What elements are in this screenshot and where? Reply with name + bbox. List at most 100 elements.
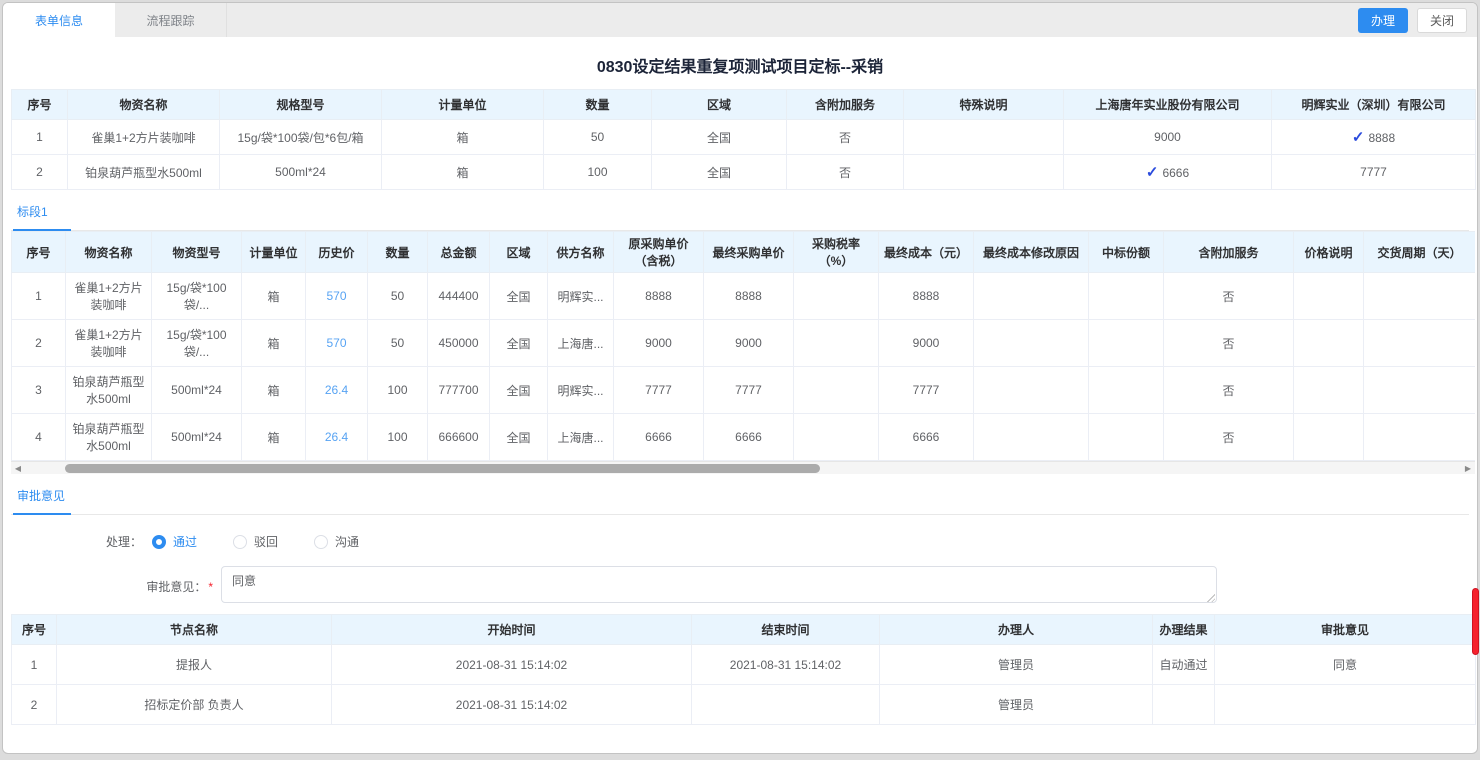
- vertical-scrollbar-thumb[interactable]: [1472, 588, 1479, 655]
- cell-result: 自动通过: [1153, 645, 1215, 685]
- cell: [974, 273, 1089, 320]
- tab-process-track[interactable]: 流程跟踪: [115, 3, 227, 37]
- radio-communicate[interactable]: 沟通: [314, 533, 359, 550]
- radio-label: 沟通: [335, 533, 359, 550]
- cell: 否: [1164, 414, 1294, 461]
- column-header: 物资名称: [66, 232, 152, 273]
- approval-comment-input[interactable]: 同意: [221, 566, 1217, 603]
- cell: [974, 320, 1089, 367]
- cell: 8888: [704, 273, 794, 320]
- cell: 明辉实...: [548, 273, 614, 320]
- cell: [794, 367, 879, 414]
- radio-reject[interactable]: 驳回: [233, 533, 278, 550]
- cell: 否: [1164, 367, 1294, 414]
- column-header: 序号: [12, 615, 57, 645]
- column-header: 交货周期（天）: [1364, 232, 1476, 273]
- cell-supplier-1-price: 9000: [1064, 120, 1272, 155]
- horizontal-scrollbar[interactable]: ◀ ▶: [11, 461, 1475, 474]
- cell-end-time: [692, 685, 880, 725]
- cell: 全国: [490, 367, 548, 414]
- bid-summary-table: 序号 物资名称 规格型号 计量单位 数量 区域 含附加服务 特殊说明 上海唐年实…: [11, 89, 1476, 190]
- history-price-link[interactable]: 570: [326, 336, 346, 350]
- price-value: 6666: [1162, 166, 1189, 180]
- cell: 444400: [428, 273, 490, 320]
- column-header: 含附加服务: [1164, 232, 1294, 273]
- column-header: 最终成本（元）: [879, 232, 974, 273]
- cell: 50: [368, 273, 428, 320]
- radio-label: 驳回: [254, 533, 278, 550]
- cell: 明辉实...: [548, 367, 614, 414]
- table-row: 1 提报人 2021-08-31 15:14:02 2021-08-31 15:…: [12, 645, 1476, 685]
- cell: [1294, 367, 1364, 414]
- scrollbar-track[interactable]: [25, 463, 1461, 474]
- toolbar-actions: 办理 关闭: [1358, 3, 1477, 37]
- radio-unchecked-icon[interactable]: [314, 535, 328, 549]
- tabbar-spacer: [227, 3, 1358, 37]
- cell: 7777: [879, 367, 974, 414]
- scroll-right-arrow-icon[interactable]: ▶: [1461, 462, 1475, 475]
- cell: 9000: [879, 320, 974, 367]
- column-header: 结束时间: [692, 615, 880, 645]
- radio-label: 通过: [173, 533, 197, 550]
- table-row: 3 铂泉葫芦瓶型水500ml 500ml*24 箱 26.4 100 77770…: [12, 367, 1476, 414]
- table-header-row: 序号 物资名称 规格型号 计量单位 数量 区域 含附加服务 特殊说明 上海唐年实…: [12, 90, 1476, 120]
- cell: 6666: [614, 414, 704, 461]
- cell: [1364, 414, 1476, 461]
- cell-spec: 500ml*24: [220, 155, 382, 190]
- column-header: 数量: [368, 232, 428, 273]
- resize-handle-icon[interactable]: [1206, 593, 1215, 602]
- history-price-link[interactable]: 26.4: [325, 430, 348, 444]
- cell-node-name: 招标定价部 负责人: [57, 685, 332, 725]
- cell-qty: 100: [544, 155, 652, 190]
- cell: 50: [368, 320, 428, 367]
- form-content: 0830设定结果重复项测试项目定标--采销 序号 物资名称 规格型号 计量单位 …: [3, 53, 1477, 725]
- cell-material-name: 雀巢1+2方片装咖啡: [68, 120, 220, 155]
- column-header: 原采购单价（含税）: [614, 232, 704, 273]
- cell: [1294, 320, 1364, 367]
- cell-seq: 2: [12, 155, 68, 190]
- handle-button[interactable]: 办理: [1358, 8, 1408, 33]
- history-price-link[interactable]: 570: [326, 289, 346, 303]
- scrollbar-thumb[interactable]: [65, 464, 820, 473]
- process-radio-group: 处理： 通过 驳回 沟通: [106, 533, 1469, 550]
- cell: 箱: [242, 414, 306, 461]
- bid-detail-table: 序号 物资名称 物资型号 计量单位 历史价 数量 总金额 区域 供方名称 原采购…: [11, 231, 1475, 461]
- column-header: 采购税率（%）: [794, 232, 879, 273]
- cell-node-name: 提报人: [57, 645, 332, 685]
- cell: 777700: [428, 367, 490, 414]
- cell: 100: [368, 367, 428, 414]
- radio-approve[interactable]: 通过: [152, 533, 197, 550]
- tab-bid-lot-1[interactable]: 标段1: [13, 203, 71, 231]
- cell-unit: 箱: [382, 155, 544, 190]
- tab-form-info[interactable]: 表单信息: [3, 3, 115, 37]
- cell: 上海唐...: [548, 320, 614, 367]
- cell-region: 全国: [652, 155, 787, 190]
- cell: 9000: [704, 320, 794, 367]
- history-price-link[interactable]: 26.4: [325, 383, 348, 397]
- cell: [974, 367, 1089, 414]
- form-window: 表单信息 流程跟踪 办理 关闭 0830设定结果重复项测试项目定标--采销 序号…: [2, 2, 1478, 754]
- cell-opinion: 同意: [1215, 645, 1476, 685]
- radio-checked-icon[interactable]: [152, 535, 166, 549]
- cell-spec: 15g/袋*100袋/包*6包/箱: [220, 120, 382, 155]
- column-header: 计量单位: [242, 232, 306, 273]
- cell-result: [1153, 685, 1215, 725]
- radio-unchecked-icon[interactable]: [233, 535, 247, 549]
- cell: 500ml*24: [152, 367, 242, 414]
- column-header: 历史价: [306, 232, 368, 273]
- cell-end-time: 2021-08-31 15:14:02: [692, 645, 880, 685]
- close-button[interactable]: 关闭: [1417, 8, 1467, 33]
- table-row: 2 雀巢1+2方片装咖啡 15g/袋*100袋/... 箱 570 50 450…: [12, 320, 1476, 367]
- column-header: 办理人: [880, 615, 1153, 645]
- comment-label: 审批意见：*: [11, 566, 213, 595]
- cell-special-note: [904, 120, 1064, 155]
- scroll-left-arrow-icon[interactable]: ◀: [11, 462, 25, 475]
- cell: 6666: [704, 414, 794, 461]
- detail-table-viewport: 序号 物资名称 物资型号 计量单位 历史价 数量 总金额 区域 供方名称 原采购…: [11, 231, 1475, 461]
- tab-approval-opinion[interactable]: 审批意见: [13, 487, 71, 515]
- column-header: 数量: [544, 90, 652, 120]
- column-header: 计量单位: [382, 90, 544, 120]
- process-label: 处理：: [106, 533, 142, 550]
- cell-history-price: 570: [306, 273, 368, 320]
- process-history-table: 序号 节点名称 开始时间 结束时间 办理人 办理结果 审批意见 1 提报人 20…: [11, 614, 1476, 725]
